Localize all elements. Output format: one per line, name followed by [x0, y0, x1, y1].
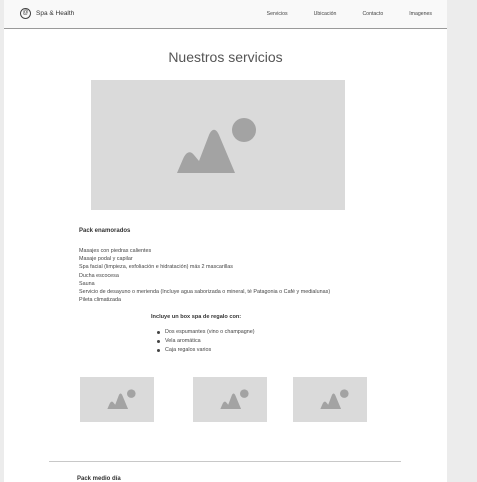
navbar: @ Spa & Health Servicios Ubicación Conta… — [4, 0, 447, 29]
list-item: Masaje podal y capilar — [79, 256, 133, 263]
nav-link-servicios[interactable]: Servicios — [267, 11, 288, 17]
hero-image — [91, 80, 345, 210]
nav-link-ubicacion[interactable]: Ubicación — [314, 11, 337, 17]
list-item: Masajes con piedras calientes — [79, 248, 152, 254]
thumbnail-image-1 — [80, 377, 154, 422]
gift-list: Dos espumantes (vino o champagne) Vela a… — [157, 328, 255, 355]
page: @ Spa & Health Servicios Ubicación Conta… — [4, 0, 447, 482]
section-title-pack-enamorados: Pack enamorados — [79, 228, 131, 234]
bullet-icon — [157, 331, 160, 334]
image-placeholder-icon — [220, 389, 249, 409]
image-placeholder-icon — [320, 389, 349, 409]
gift-item-label: Caja regalos varios — [165, 347, 212, 353]
list-item: Ducha escocesa — [79, 272, 119, 279]
bullet-icon — [157, 340, 160, 343]
image-placeholder-icon — [177, 118, 256, 173]
list-item: Pileta climatizada — [79, 297, 121, 304]
at-logo-icon: @ — [20, 8, 31, 19]
nav-link-contacto[interactable]: Contacto — [362, 11, 383, 17]
brand[interactable]: @ Spa & Health — [20, 8, 74, 19]
nav-links: Servicios Ubicación Contacto Imagenes — [241, 11, 432, 17]
image-placeholder-icon — [107, 389, 136, 409]
list-item: Dos espumantes (vino o champagne) — [157, 328, 255, 337]
page-title: Nuestros servicios — [168, 49, 283, 65]
list-item: Vela aromática — [157, 337, 255, 346]
brand-name: Spa & Health — [36, 10, 75, 17]
bullet-icon — [157, 349, 160, 352]
gift-item-label: Vela aromática — [165, 338, 201, 344]
list-item: Servicio de desayuno o merienda (Incluye… — [79, 289, 331, 296]
list-item: Caja regalos varios — [157, 346, 255, 355]
services-list: Masajes con piedras calientes Masaje pod… — [79, 247, 330, 304]
list-item: Sauna — [79, 280, 95, 287]
thumbnail-image-3 — [293, 377, 367, 422]
section-divider — [49, 461, 401, 462]
thumbnail-image-2 — [193, 377, 267, 422]
section-title-pack-medio-dia: Pack medio día — [77, 476, 121, 482]
nav-link-imagenes[interactable]: Imagenes — [409, 11, 432, 17]
gift-item-label: Dos espumantes (vino o champagne) — [165, 329, 255, 335]
list-item: Spa facial (limpieza, exfoliación e hidr… — [79, 264, 233, 271]
gift-box-title: Incluye un box spa de regalo con: — [151, 314, 242, 320]
